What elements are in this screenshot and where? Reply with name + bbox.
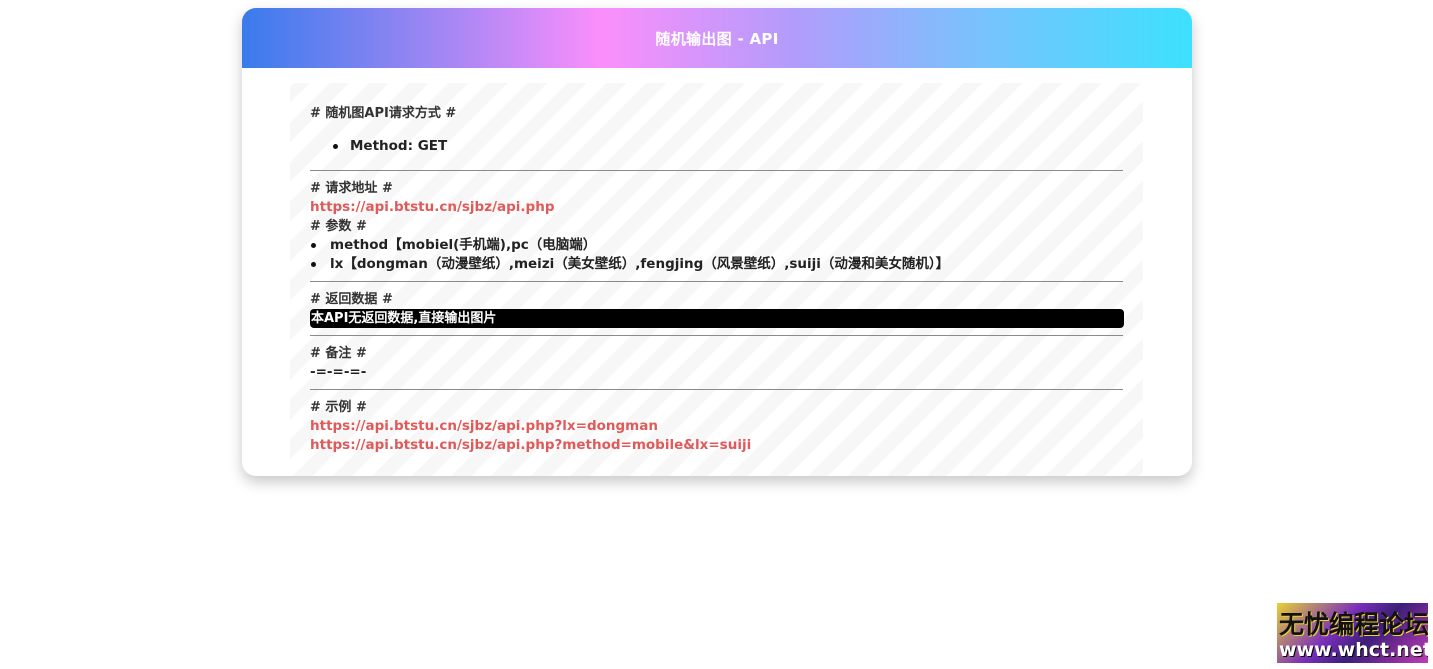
bullet-icon: [311, 262, 316, 267]
api-card: 随机输出图 - API # 随机图API请求方式 # Method: GET #…: [242, 8, 1192, 476]
example-link[interactable]: https://api.btstu.cn/sjbz/api.php?lx=don…: [310, 417, 658, 436]
example-link[interactable]: https://api.btstu.cn/sjbz/api.php?method…: [310, 436, 751, 455]
watermark-title: 无忧编程论坛: [1279, 610, 1428, 639]
section-title-url: # 请求地址 #: [310, 181, 393, 196]
bullet-icon: [333, 144, 338, 149]
section-title-method: # 随机图API请求方式 #: [310, 106, 457, 121]
card-header: 随机输出图 - API: [242, 8, 1192, 68]
param-list-item: lx【dongman（动漫壁纸）,meizi（美女壁纸）,fengjing（风景…: [310, 255, 1123, 274]
section-title-response: # 返回数据 #: [310, 292, 393, 307]
section-title-params: # 参数 #: [310, 219, 367, 234]
method-list-item: Method: GET: [310, 137, 1123, 156]
notes-text: -=-=-=-: [310, 364, 367, 380]
divider: [310, 170, 1123, 171]
bullet-icon: [311, 243, 316, 248]
watermark-url: www.whct.net: [1279, 639, 1428, 661]
divider: [310, 389, 1123, 390]
divider: [310, 335, 1123, 336]
param-list-item: method【mobiel(手机端),pc（电脑端）: [310, 236, 1123, 255]
divider: [310, 281, 1123, 282]
section-title-examples: # 示例 #: [310, 400, 367, 415]
page-title: 随机输出图 - API: [655, 29, 779, 48]
card-body: # 随机图API请求方式 # Method: GET # 请求地址 # http…: [290, 83, 1143, 476]
request-url-link[interactable]: https://api.btstu.cn/sjbz/api.php: [310, 198, 554, 217]
response-code-block: 本API无返回数据,直接输出图片: [310, 309, 1124, 328]
section-title-notes: # 备注 #: [310, 346, 367, 361]
watermark-logo: 无忧编程论坛 www.whct.net: [1277, 603, 1428, 663]
